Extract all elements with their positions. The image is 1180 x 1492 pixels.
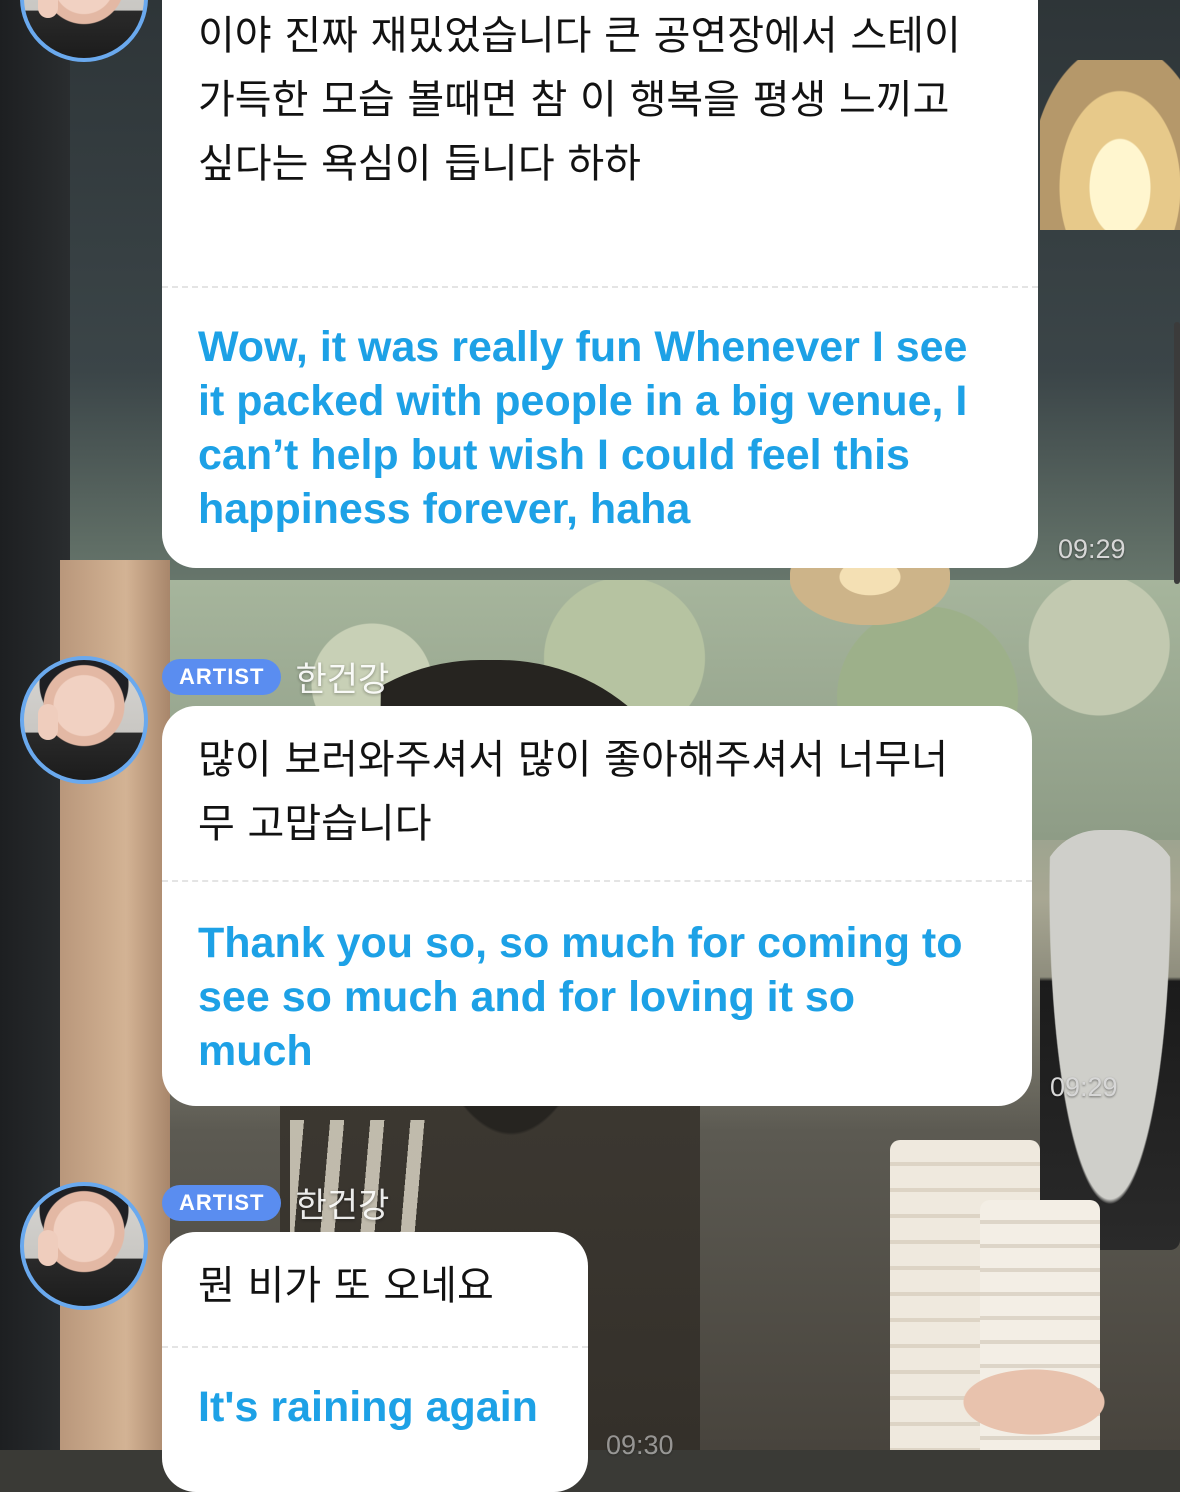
artist-avatar[interactable]	[20, 1182, 148, 1310]
message-timestamp: 09:29	[1050, 1072, 1118, 1102]
message-translation: It's raining again	[198, 1383, 538, 1431]
message-bubble[interactable]: 뭔 비가 또 오네요 It's raining again	[162, 1232, 588, 1492]
translation-divider	[162, 286, 1038, 288]
message-timestamp: 09:30	[606, 1430, 674, 1460]
artist-badge: ARTIST	[162, 1184, 282, 1221]
author-name[interactable]: 한건강	[295, 652, 389, 701]
message-text-korean: 많이 보러와주셔서 많이 좋아해주셔서 너무너 무 고맙습니다	[198, 737, 949, 847]
artist-avatar[interactable]	[20, 656, 148, 784]
message-bubble[interactable]: 많이 보러와주셔서 많이 좋아해주셔서 너무너 무 고맙습니다 Thank yo…	[162, 706, 1032, 1106]
message-text-korean: 이야 진짜 재밌었습니다 큰 공연장에서 스테이 가득한 모습 볼때면 참 이 …	[198, 13, 961, 187]
message-translation: Wow, it was really fun Whenever I see it…	[198, 323, 968, 533]
author-name[interactable]: 한건강	[295, 1178, 389, 1227]
translation-divider	[162, 880, 1032, 882]
message-author-row: ARTIST 한건강	[162, 1178, 389, 1227]
scrollbar[interactable]	[1174, 322, 1180, 584]
message-text-korean: 뭔 비가 또 오네요	[198, 1263, 494, 1309]
message-bubble[interactable]: 이야 진짜 재밌었습니다 큰 공연장에서 스테이 가득한 모습 볼때면 참 이 …	[162, 0, 1038, 568]
artist-badge: ARTIST	[162, 658, 282, 695]
translation-divider	[162, 1346, 588, 1348]
message-author-row: ARTIST 한건강	[162, 652, 389, 701]
message-timestamp: 09:29	[1058, 534, 1126, 564]
message-translation: Thank you so, so much for coming to see …	[198, 919, 963, 1075]
